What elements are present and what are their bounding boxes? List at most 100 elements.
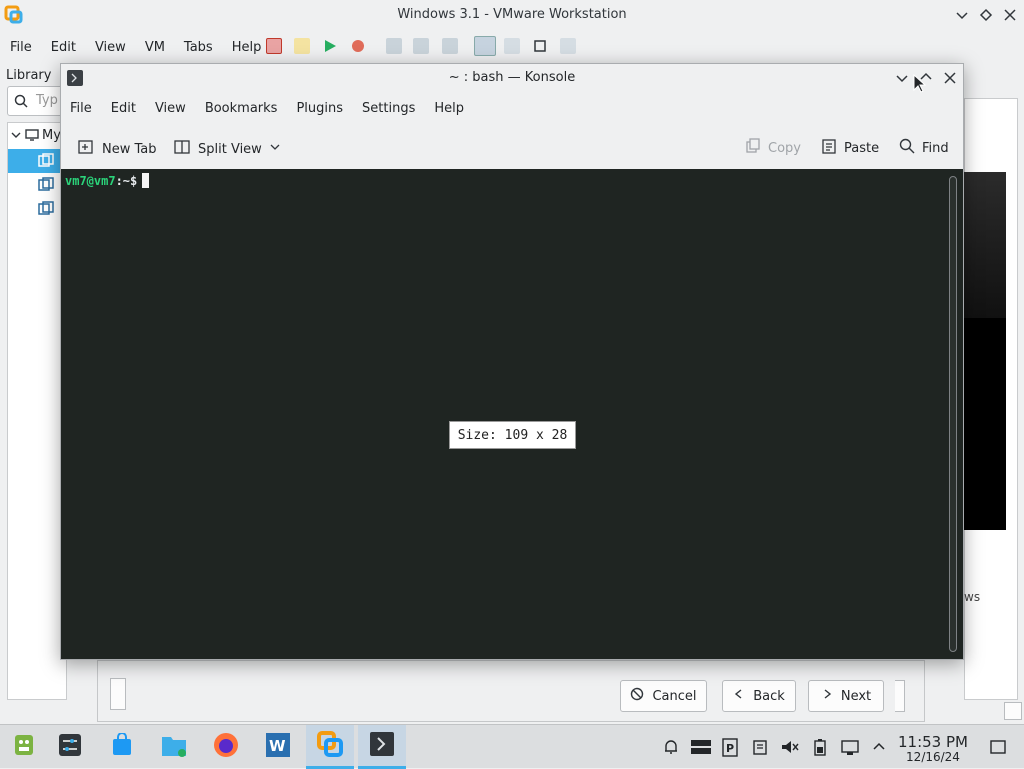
paste-label: Paste — [844, 140, 880, 156]
paste-icon — [821, 138, 837, 158]
suspend-icon[interactable] — [294, 38, 310, 54]
menu-vm[interactable]: VM — [135, 40, 174, 55]
settings-sliders-icon — [58, 733, 82, 761]
close-icon[interactable] — [1003, 8, 1017, 26]
library-search-input[interactable]: Typ — [7, 86, 67, 116]
taskbar: W P 11:53 PM 12/16/24 — [0, 724, 1024, 769]
libreoffice-writer-button[interactable]: W — [254, 725, 302, 769]
unity-icon[interactable] — [560, 38, 576, 54]
reset-icon[interactable] — [350, 38, 366, 54]
menu-edit[interactable]: Edit — [41, 40, 85, 55]
konsole-title-bar: ~ : bash — Konsole — [61, 64, 963, 93]
show-desktop-icon[interactable] — [988, 737, 1008, 757]
chevron-down-icon[interactable] — [10, 129, 22, 145]
sidebar-toggle-icon[interactable] — [474, 36, 496, 56]
app-launcher-button[interactable] — [0, 725, 48, 769]
folder-icon — [160, 732, 188, 762]
menu-bookmarks[interactable]: Bookmarks — [196, 101, 288, 116]
minimize-icon[interactable] — [955, 8, 969, 26]
vm-detail-text: ws — [964, 590, 981, 604]
new-vm-wizard — [97, 660, 925, 722]
split-view-button[interactable]: Split View — [173, 138, 281, 160]
new-tab-button[interactable]: New Tab — [77, 138, 157, 160]
menu-file[interactable]: File — [0, 40, 41, 55]
konsole-task-button[interactable] — [358, 725, 406, 769]
konsole-window: ~ : bash — Konsole File Edit View Bookma… — [60, 63, 964, 660]
network-icon[interactable] — [840, 737, 860, 757]
console-view-icon[interactable] — [504, 38, 520, 54]
klipper-icon[interactable]: P — [720, 737, 740, 757]
chevron-up-icon[interactable] — [869, 737, 889, 757]
tree-item-vm[interactable] — [8, 197, 64, 221]
firefox-button[interactable] — [202, 725, 250, 769]
battery-icon[interactable] — [810, 737, 830, 757]
konsole-app-icon — [369, 731, 395, 761]
tree-item-selected-vm[interactable] — [8, 149, 64, 173]
next-button[interactable]: Next — [808, 680, 884, 712]
menu-view[interactable]: View — [85, 40, 135, 55]
volume-muted-icon[interactable] — [780, 737, 800, 757]
tree-item-vm[interactable] — [8, 173, 64, 197]
firefox-icon — [212, 731, 240, 763]
vm-icon — [38, 177, 54, 197]
status-notification-icon[interactable] — [1004, 702, 1022, 720]
search-icon — [14, 94, 28, 112]
fullscreen-icon[interactable] — [532, 38, 548, 54]
maximize-icon[interactable] — [979, 8, 993, 26]
clipboard-icon[interactable] — [750, 737, 770, 757]
menu-settings[interactable]: Settings — [353, 101, 425, 116]
close-icon[interactable] — [943, 71, 957, 89]
text-cursor — [142, 173, 150, 188]
konsole-window-title: ~ : bash — Konsole — [448, 70, 576, 85]
power-off-icon[interactable] — [266, 38, 282, 54]
search-placeholder: Typ — [36, 93, 58, 108]
menu-tabs[interactable]: Tabs — [174, 40, 222, 55]
menu-help[interactable]: Help — [222, 40, 271, 55]
revert-snapshot-icon[interactable] — [413, 38, 429, 54]
terminal-scrollbar[interactable] — [949, 176, 957, 652]
chevron-down-icon[interactable] — [269, 141, 281, 157]
prompt-path: :~$ — [115, 174, 138, 188]
vmware-window-title: Windows 3.1 - VMware Workstation — [397, 7, 627, 22]
vmware-workstation-button[interactable] — [306, 725, 354, 769]
cancel-button[interactable]: Cancel — [620, 680, 707, 712]
find-button[interactable]: Find — [899, 138, 949, 158]
computer-icon — [25, 128, 39, 146]
wizard-button-partial[interactable] — [110, 678, 126, 710]
back-label: Back — [753, 688, 785, 704]
app-launcher-icon — [12, 733, 36, 761]
terminal-size-tooltip: Size: 109 x 28 — [449, 421, 576, 449]
menu-edit[interactable]: Edit — [102, 101, 146, 116]
storage-devices-icon[interactable] — [690, 737, 712, 757]
menu-help[interactable]: Help — [425, 101, 474, 116]
konsole-menu-bar: File Edit View Bookmarks Plugins Setting… — [61, 98, 474, 118]
snapshot-icon[interactable] — [386, 38, 402, 54]
chevron-right-icon — [821, 688, 833, 704]
menu-view[interactable]: View — [146, 101, 196, 116]
back-button[interactable]: Back — [722, 680, 796, 712]
snapshot-manager-icon[interactable] — [442, 38, 458, 54]
search-icon — [899, 138, 915, 158]
system-settings-button[interactable] — [46, 725, 94, 769]
store-bag-icon — [110, 732, 134, 761]
copy-button[interactable]: Copy — [745, 138, 801, 158]
vmware-title-bar: Windows 3.1 - VMware Workstation — [0, 0, 1024, 30]
clock-date[interactable]: 12/16/24 — [894, 750, 972, 764]
terminal-area[interactable]: vm7@vm7:~$ Size: 109 x 28 — [61, 169, 963, 659]
notifications-icon[interactable] — [661, 737, 681, 757]
finish-button-partial[interactable] — [895, 680, 905, 712]
new-tab-label: New Tab — [102, 141, 157, 157]
vm-icon — [38, 201, 54, 221]
vmware-logo-icon — [316, 730, 344, 762]
vmware-menu-bar: File Edit View VM Tabs Help — [0, 36, 270, 58]
menu-file[interactable]: File — [61, 101, 102, 116]
minimize-icon[interactable] — [895, 71, 909, 89]
dolphin-file-manager-button[interactable] — [150, 725, 198, 769]
cancel-label: Cancel — [652, 688, 697, 704]
tree-root[interactable]: My — [8, 125, 64, 149]
discover-store-button[interactable] — [98, 725, 146, 769]
power-on-icon[interactable] — [322, 38, 338, 54]
menu-plugins[interactable]: Plugins — [287, 101, 353, 116]
clock-time[interactable]: 11:53 PM — [894, 733, 972, 751]
paste-button[interactable]: Paste — [821, 138, 879, 158]
